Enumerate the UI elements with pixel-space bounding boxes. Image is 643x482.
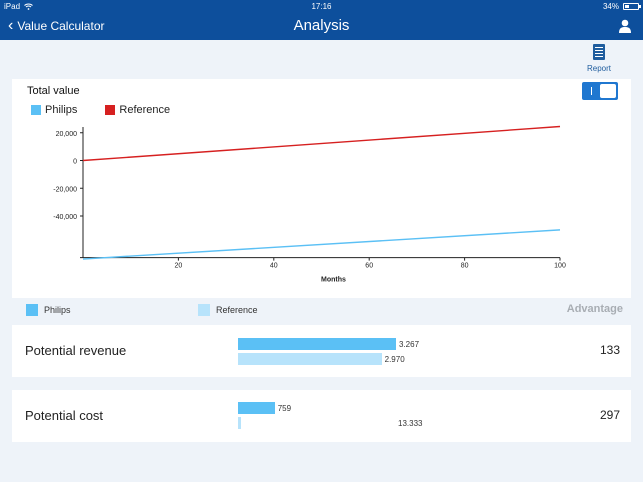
advantage-value: 133: [599, 343, 620, 357]
y-tick-label: 20,000: [56, 131, 78, 138]
toggle-knob: [600, 84, 616, 98]
legend-swatch-philips: [31, 105, 41, 115]
battery-icon: [623, 3, 641, 10]
philips-bar-value: 759: [277, 404, 292, 413]
series-line-reference: [82, 125, 561, 162]
legend-item-philips: Philips: [31, 104, 77, 116]
series-line-philips: [82, 229, 561, 260]
reference-bar: [238, 417, 241, 429]
advantage-header: Advantage: [566, 303, 623, 315]
user-icon[interactable]: [619, 19, 631, 33]
potential-cost-row: Potential cost 759 13.333 297: [12, 390, 631, 442]
x-tick-label: 100: [554, 263, 566, 270]
status-time: 17:16: [311, 2, 332, 11]
x-tick-label: 40: [270, 263, 278, 270]
document-icon: [593, 44, 605, 60]
status-right: 34%: [602, 2, 641, 11]
bar-legend-reference: Reference: [198, 304, 258, 316]
bar-legend-swatch-reference: [198, 304, 210, 316]
total-value-chart-card: 20,000 0 -20,000 -40,000 20 40 60 80 100 Months T…: [12, 79, 631, 298]
philips-bar: [238, 402, 275, 414]
bar-legend-swatch-philips: [26, 304, 38, 316]
row-label: Potential cost: [25, 408, 104, 423]
x-tick-label: 80: [461, 263, 469, 270]
view-toggle[interactable]: [582, 82, 618, 100]
x-tick-label: 20: [175, 263, 183, 270]
chart-title: Total value: [27, 85, 80, 97]
chart-legend: Philips Reference: [31, 104, 170, 116]
reference-bar-value: 13.333: [398, 419, 423, 428]
legend-item-reference: Reference: [105, 104, 170, 116]
potential-revenue-row: Potential revenue 3.267 2.970 133: [12, 325, 631, 377]
nav-bar: ‹ Value Calculator Analysis: [0, 14, 643, 40]
y-tick-label: -40,000: [53, 214, 77, 221]
legend-label-reference: Reference: [119, 104, 171, 116]
advantage-value: 297: [599, 408, 620, 422]
page-title: Analysis: [293, 17, 350, 34]
philips-bar-value: 3.267: [399, 340, 420, 349]
y-tick-label: 0: [73, 159, 77, 166]
x-axis-label: Months: [321, 277, 346, 284]
battery-percent: 34%: [602, 2, 619, 11]
legend-swatch-reference: [105, 105, 116, 115]
bar-legend-label-philips: Philips: [44, 305, 71, 315]
legend-label-philips: Philips: [45, 104, 78, 116]
bar-legend-philips: Philips: [26, 304, 71, 316]
bar-legend: Philips Reference Advantage: [0, 300, 643, 320]
reference-bar: [238, 353, 382, 365]
status-bar: iPad 17:16 34%: [0, 0, 643, 14]
bar-legend-label-reference: Reference: [216, 305, 258, 315]
philips-bar: [238, 338, 396, 350]
reference-bar-value: 2.970: [384, 355, 405, 364]
x-tick-label: 60: [365, 263, 373, 270]
y-tick-label: -20,000: [53, 186, 77, 193]
row-label: Potential revenue: [25, 343, 127, 358]
toggle-bar-icon: [591, 87, 592, 95]
report-label: Report: [586, 64, 611, 73]
report-button[interactable]: Report: [583, 44, 615, 73]
